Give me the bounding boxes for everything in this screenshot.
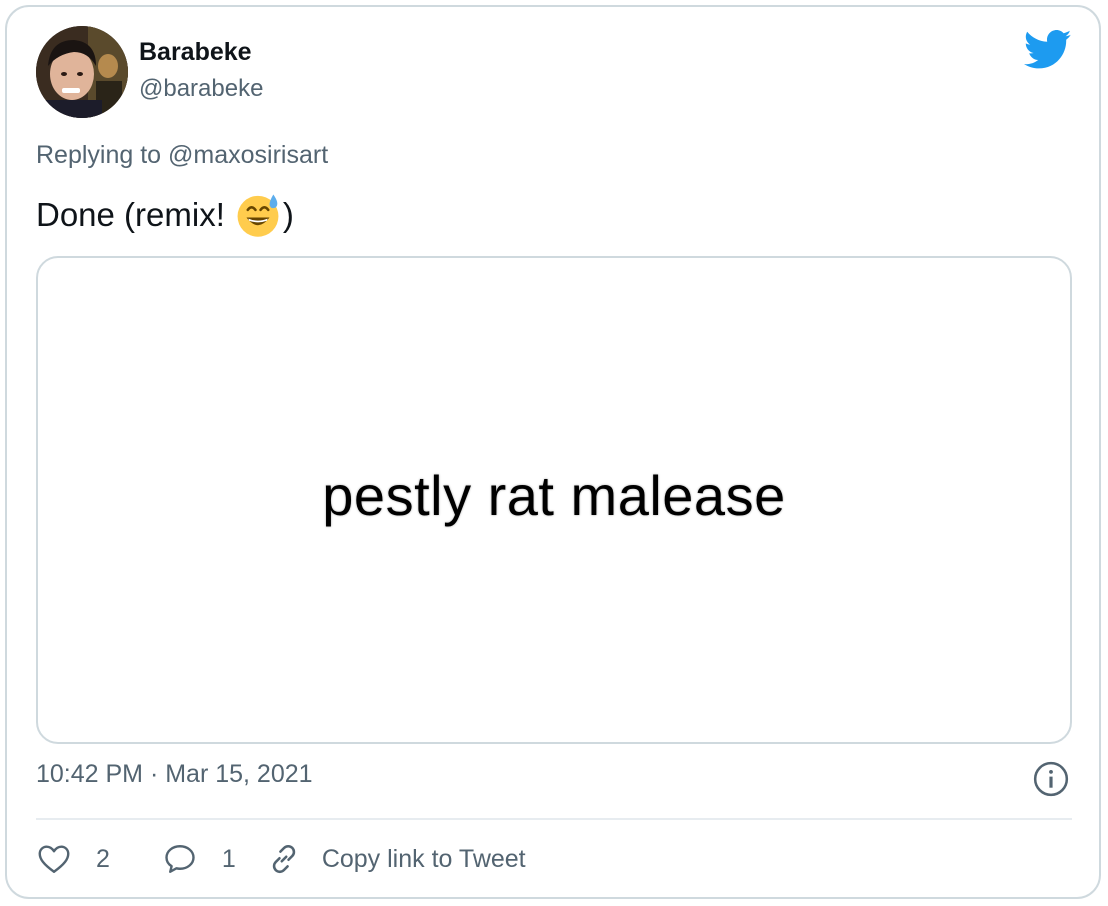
avatar-image: [36, 26, 128, 118]
reply-mention-link[interactable]: @maxosirisart: [168, 141, 328, 169]
like-count: 2: [96, 844, 110, 873]
tweet-text-suffix: ): [282, 196, 294, 233]
tweet-text: Done (remix! ): [36, 192, 294, 238]
reply-count: 1: [221, 844, 236, 873]
action-bar: 2 1 Copy link to Tweet: [36, 836, 526, 882]
copy-link-button[interactable]: Copy link to Tweet: [266, 841, 526, 877]
author-name[interactable]: Barabeke: [139, 38, 252, 67]
like-button[interactable]: 2: [36, 841, 110, 877]
tweet-text-main: Done (remix!: [36, 196, 225, 233]
copy-link-label: Copy link to Tweet: [321, 844, 526, 873]
replying-to: Replying to @maxosirisart: [36, 141, 328, 170]
tweet-timestamp[interactable]: 10:42 PM · Mar 15, 2021: [36, 760, 313, 789]
info-icon[interactable]: [1032, 760, 1070, 798]
media-caption: pestly rat malease: [322, 464, 786, 527]
replying-prefix: Replying to: [36, 141, 162, 169]
avatar[interactable]: [36, 26, 128, 118]
heart-icon: [38, 845, 70, 873]
speech-bubble-icon: [165, 845, 195, 873]
tweet-media[interactable]: pestly rat malease: [36, 256, 1072, 744]
twitter-bird-icon[interactable]: [1024, 30, 1072, 70]
author-handle[interactable]: @barabeke: [139, 75, 263, 103]
reply-button[interactable]: 1: [162, 841, 236, 877]
divider: [36, 818, 1072, 820]
grinning-face-with-sweat-icon: [237, 194, 279, 237]
link-icon: [272, 844, 296, 874]
